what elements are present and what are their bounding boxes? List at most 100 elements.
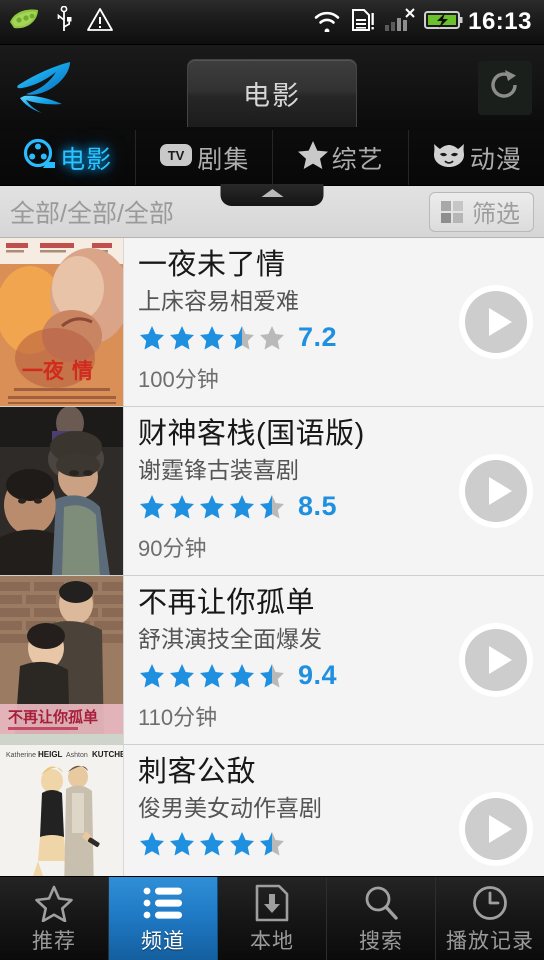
nav-item-search[interactable]: 搜索: [327, 877, 436, 960]
collapse-handle[interactable]: [220, 184, 324, 206]
list-icon: [142, 883, 184, 923]
movie-score: 7.2: [298, 321, 338, 352]
movie-score: 8.5: [298, 490, 338, 521]
filter-button[interactable]: 筛选: [429, 191, 534, 232]
star-rating: [138, 829, 290, 857]
filter-bar: 全部/全部/全部 筛选: [0, 184, 544, 238]
movie-duration: 110分钟: [138, 704, 218, 730]
refresh-button[interactable]: [478, 60, 532, 115]
category-tab-bar: 电影 TV 剧集 综艺 动漫: [0, 130, 544, 186]
category-tab-label: 动漫: [469, 145, 522, 174]
app-screen: 16:13 电影 电影 TV 剧集 综艺 动漫 全部/全部/全部 筛选 一夜 情…: [0, 0, 544, 960]
play-button[interactable]: [448, 576, 544, 744]
movie-list[interactable]: 一夜 情 一夜未了情 上床容易相爱难 7.2 100分钟 财神客栈(国语版) 谢…: [0, 238, 544, 876]
svg-text:KUTCHER: KUTCHER: [92, 750, 124, 759]
nav-item-label: 本地: [250, 929, 294, 953]
pea-pod-icon: [8, 8, 42, 37]
movie-poster: 一夜 情: [0, 238, 124, 406]
svg-text:Ashton: Ashton: [66, 752, 88, 759]
movie-info: 刺客公敌 俊男美女动作喜剧: [124, 745, 448, 876]
movie-title: 不再让你孤单: [138, 587, 316, 619]
movie-poster: [0, 407, 124, 575]
status-bar-left-icons: [8, 5, 312, 39]
star-rating: [138, 492, 290, 520]
page-title-button[interactable]: 电影: [187, 58, 357, 127]
nav-item-label: 频道: [141, 929, 185, 953]
category-tab-series[interactable]: TV 剧集: [136, 130, 273, 185]
usb-icon: [55, 5, 73, 39]
nav-item-recommend[interactable]: 推荐: [0, 877, 109, 960]
movie-poster: Katherine HEIGL Ashton KUTCHER: [0, 745, 124, 876]
movie-rating: 7.2: [138, 322, 448, 353]
svg-text:Katherine: Katherine: [6, 752, 36, 759]
movie-title: 刺客公敌: [138, 756, 257, 788]
category-tab-label: 综艺: [331, 145, 384, 174]
status-bar-right-icons: [312, 7, 464, 38]
movie-subtitle: 谢霆锋古装喜剧: [138, 457, 299, 484]
filter-selection-text: 全部/全部/全部: [10, 199, 174, 228]
movie-subtitle: 上床容易相爱难: [138, 288, 299, 315]
star-outline-icon: [34, 883, 74, 923]
warning-triangle-icon: [86, 7, 114, 38]
movie-list-item[interactable]: 一夜 情 一夜未了情 上床容易相爱难 7.2 100分钟: [0, 238, 544, 407]
refresh-icon: [485, 65, 525, 110]
devil-cat-face-icon: [431, 140, 467, 175]
nav-item-channel[interactable]: 频道: [109, 877, 218, 960]
category-tab-movies[interactable]: 电影: [0, 130, 137, 185]
movie-score: 9.4: [298, 659, 338, 690]
nav-item-history[interactable]: 播放记录: [436, 877, 544, 960]
star-rating: [138, 323, 290, 351]
movie-info: 不再让你孤单 舒淇演技全面爆发 9.4 110分钟: [124, 576, 448, 744]
movie-list-item[interactable]: Katherine HEIGL Ashton KUTCHER: [0, 745, 544, 876]
nav-item-label: 播放记录: [446, 929, 534, 953]
nav-item-label: 推荐: [32, 929, 76, 953]
battery-charging-icon: [424, 8, 464, 37]
download-icon: [253, 883, 291, 923]
movie-info: 一夜未了情 上床容易相爱难 7.2 100分钟: [124, 238, 448, 406]
signal-bars-icon: [384, 7, 416, 38]
movie-subtitle: 舒淇演技全面爆发: [138, 626, 322, 653]
wifi-icon: [312, 8, 342, 37]
status-bar-clock: 16:13: [468, 8, 532, 35]
movie-list-item[interactable]: 不再让你孤单 不再让你孤单 舒淇演技全面爆发 9.4 110分钟: [0, 576, 544, 745]
play-button[interactable]: [448, 238, 544, 406]
search-icon: [362, 883, 400, 923]
category-tab-anime[interactable]: 动漫: [409, 130, 544, 185]
svg-text:TV: TV: [168, 148, 185, 163]
movie-subtitle: 俊男美女动作喜剧: [138, 795, 322, 822]
category-tab-variety[interactable]: 综艺: [273, 130, 409, 185]
svg-text:一夜: 一夜: [22, 359, 65, 383]
status-bar: 16:13: [0, 0, 544, 45]
svg-text:情: 情: [72, 359, 93, 383]
movie-rating: 8.5: [138, 491, 448, 522]
category-tab-label: 剧集: [197, 145, 250, 174]
nav-item-label: 搜索: [359, 929, 403, 953]
nav-item-local[interactable]: 本地: [218, 877, 327, 960]
play-button[interactable]: [448, 407, 544, 575]
category-tab-label: 电影: [60, 145, 113, 174]
play-button[interactable]: [448, 745, 544, 876]
clock-icon: [471, 883, 509, 923]
page-title: 电影: [243, 80, 301, 111]
star-icon: [297, 139, 329, 176]
grid-icon: [441, 200, 463, 223]
movie-rating: 9.4: [138, 660, 448, 691]
title-bar: 电影: [0, 45, 544, 130]
sim-card-alert-icon: [350, 7, 376, 38]
movie-title: 一夜未了情: [138, 249, 286, 281]
movie-duration: 90分钟: [138, 535, 207, 561]
movie-duration: 100分钟: [138, 366, 219, 392]
tv-icon: TV: [158, 140, 194, 175]
star-rating: [138, 661, 290, 689]
svg-text:不再让你孤单: 不再让你孤单: [8, 708, 98, 726]
movie-poster: 不再让你孤单: [0, 576, 124, 744]
filter-button-label: 筛选: [472, 201, 520, 228]
film-reel-icon: [23, 138, 57, 177]
movie-title: 财神客栈(国语版): [138, 418, 365, 450]
movie-info: 财神客栈(国语版) 谢霆锋古装喜剧 8.5 90分钟: [124, 407, 448, 575]
chevron-up-icon: [257, 186, 287, 205]
svg-text:HEIGL: HEIGL: [38, 750, 63, 759]
movie-list-item[interactable]: 财神客栈(国语版) 谢霆锋古装喜剧 8.5 90分钟: [0, 407, 544, 576]
movie-rating: [138, 829, 448, 857]
bottom-navigation: 推荐 频道 本地 搜索 播放记录: [0, 876, 544, 960]
